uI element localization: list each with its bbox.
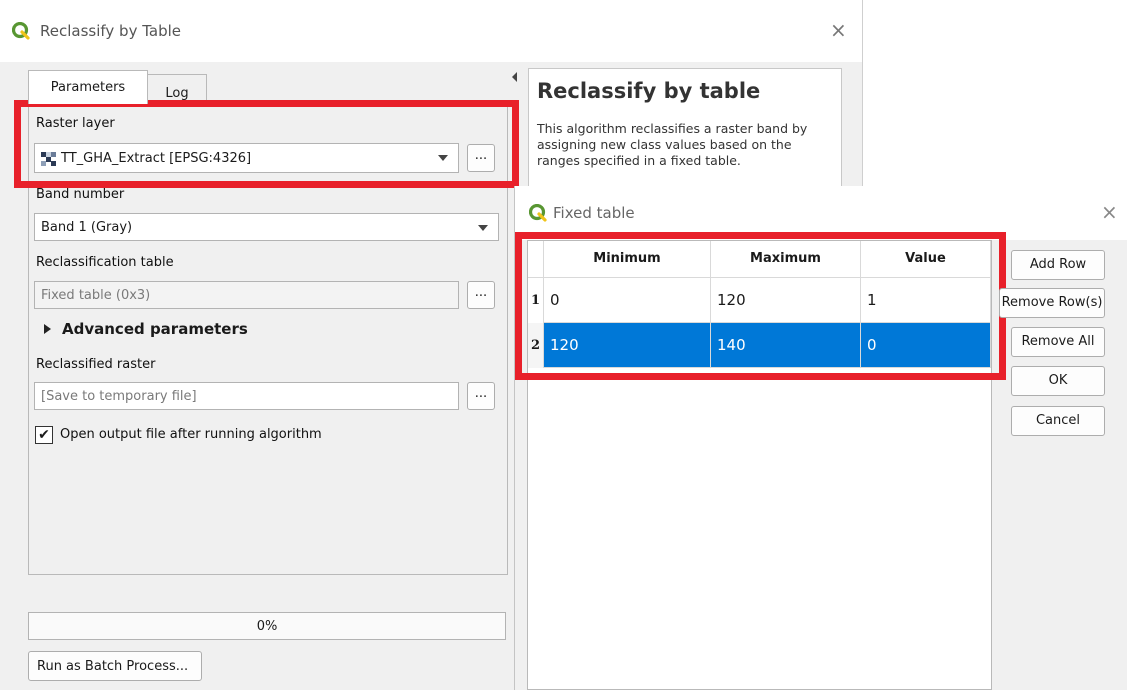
qgis-logo-icon <box>12 22 30 40</box>
open-output-checkbox[interactable]: ✔ <box>35 426 53 444</box>
add-row-button[interactable]: Add Row <box>1011 250 1105 280</box>
run-as-batch-button[interactable]: Run as Batch Process... <box>28 651 202 681</box>
band-number-label: Band number <box>36 187 125 202</box>
batch-button-label: Run as Batch Process... <box>37 659 189 674</box>
close-icon[interactable]: × <box>1101 200 1118 224</box>
expand-arrow-icon[interactable] <box>44 324 51 334</box>
splitter-collapse-icon[interactable] <box>512 72 517 82</box>
remove-rows-button[interactable]: Remove Row(s) <box>999 288 1105 318</box>
highlight-fixed-table <box>515 232 1006 380</box>
remove-all-button[interactable]: Remove All <box>1011 327 1105 357</box>
reclass-table-browse-button[interactable]: ... <box>467 281 495 309</box>
reclass-table-value: Fixed table (0x3) <box>41 288 151 303</box>
reclass-table-field: Fixed table (0x3) <box>34 281 459 309</box>
output-browse-button[interactable]: ... <box>467 382 495 410</box>
title-bar: Reclassify by Table × <box>0 0 862 62</box>
help-panel: Reclassify by table This algorithm recla… <box>528 68 842 198</box>
advanced-parameters-toggle[interactable]: Advanced parameters <box>62 320 248 338</box>
fixed-table-dialog: Fixed table × Minimum Maximum Value 1 0 … <box>514 186 1127 690</box>
reclass-table-label: Reclassification table <box>36 255 174 270</box>
window-title: Reclassify by Table <box>40 22 181 40</box>
progress-text: 0% <box>256 619 278 634</box>
chevron-down-icon <box>478 225 488 231</box>
ok-button[interactable]: OK <box>1011 366 1105 396</box>
band-number-combo[interactable]: Band 1 (Gray) <box>34 213 499 241</box>
cancel-button[interactable]: Cancel <box>1011 406 1105 436</box>
close-icon[interactable]: × <box>830 18 847 42</box>
help-title: Reclassify by table <box>537 79 761 103</box>
progress-bar: 0% <box>28 612 506 640</box>
output-raster-input[interactable]: [Save to temporary file] <box>34 382 459 410</box>
help-text: This algorithm reclassifies a raster ban… <box>537 121 808 168</box>
tab-label: Log <box>165 86 189 101</box>
band-number-value: Band 1 (Gray) <box>41 220 133 235</box>
output-placeholder: [Save to temporary file] <box>41 389 197 404</box>
tab-label: Parameters <box>50 80 126 95</box>
window-title: Fixed table <box>553 204 635 222</box>
highlight-raster-layer <box>14 100 519 188</box>
tab-parameters[interactable]: Parameters <box>28 70 148 104</box>
qgis-logo-icon <box>529 204 547 222</box>
open-output-label: Open output file after running algorithm <box>60 427 322 442</box>
output-raster-label: Reclassified raster <box>36 357 156 372</box>
